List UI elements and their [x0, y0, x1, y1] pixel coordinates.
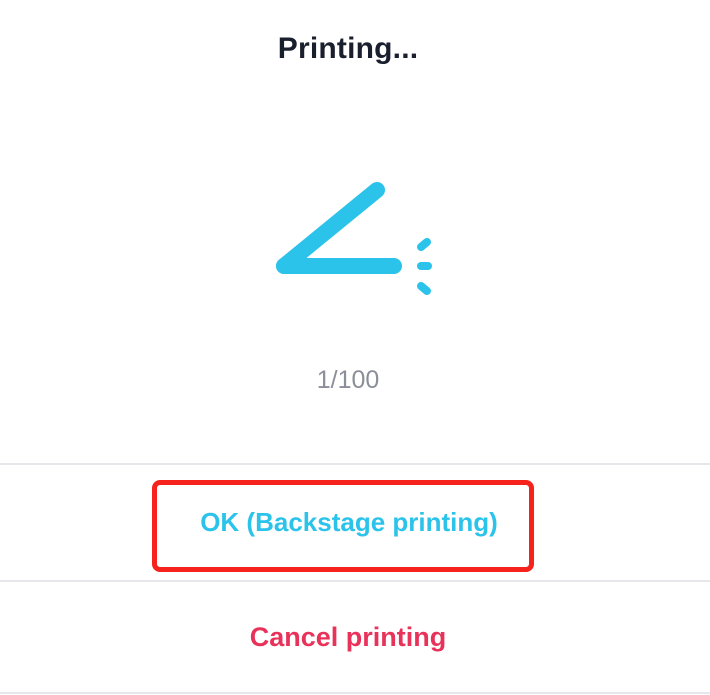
- cancel-printing-button[interactable]: Cancel printing: [0, 582, 696, 692]
- printing-dialog: Printing... 1/100 OK (Backstage printing…: [0, 0, 710, 695]
- ok-backstage-printing-button[interactable]: OK (Backstage printing): [0, 465, 696, 580]
- divider: [0, 692, 710, 694]
- cancel-button-label: Cancel printing: [249, 621, 447, 652]
- ok-button-label: OK (Backstage printing): [200, 507, 498, 537]
- dialog-title: Printing...: [277, 32, 419, 65]
- printing-icon-graphic: [276, 182, 432, 295]
- progress-counter: 1/100: [316, 366, 380, 394]
- printing-icon: [262, 170, 442, 310]
